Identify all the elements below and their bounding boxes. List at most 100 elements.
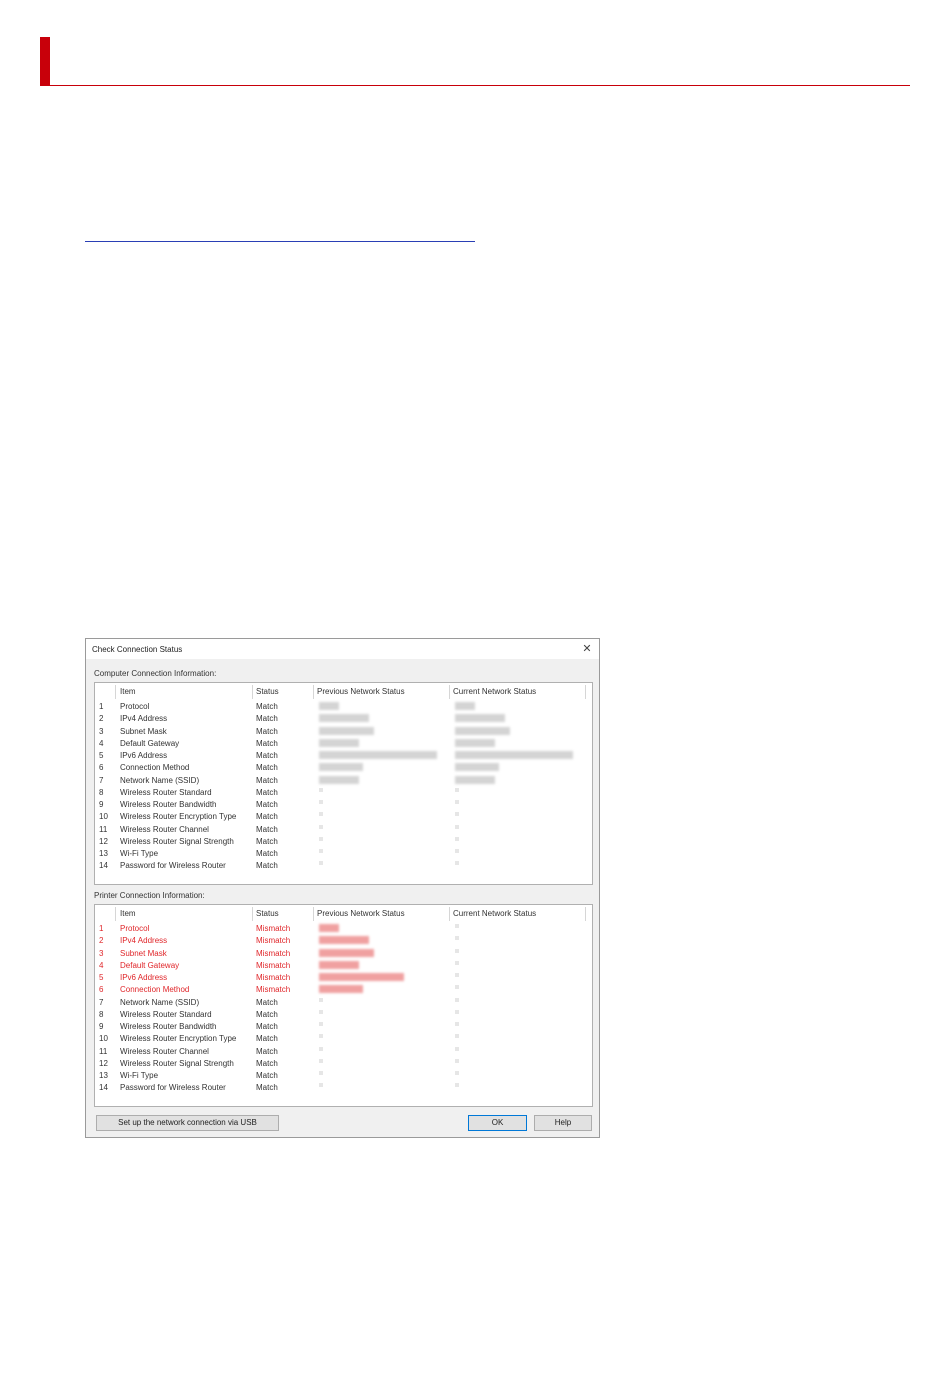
table-row[interactable]: 6 Connection Method Mismatch: [95, 985, 592, 997]
table-row[interactable]: 14 Password for Wireless Router Match: [95, 861, 592, 873]
table-row[interactable]: 12 Wireless Router Signal Strength Match: [95, 1058, 592, 1071]
current-status-value-redacted: [455, 924, 459, 928]
row-status: Match: [256, 738, 278, 748]
row-item-name: Wireless Router Channel: [120, 1046, 209, 1056]
column-divider: [585, 685, 586, 699]
table-row[interactable]: 8 Wireless Router Standard Match: [95, 1009, 592, 1022]
table-row[interactable]: 4 Default Gateway Match: [95, 738, 592, 751]
table-row[interactable]: 12 Wireless Router Signal Strength Match: [95, 836, 592, 849]
row-item-name: Connection Method: [120, 985, 190, 995]
row-item-name: Subnet Mask: [120, 948, 167, 958]
table-row[interactable]: 5 IPv6 Address Mismatch: [95, 973, 592, 985]
table-row[interactable]: 3 Subnet Mask Match: [95, 726, 592, 739]
previous-status-value-redacted: [319, 702, 339, 710]
previous-status-value-redacted: [319, 1009, 323, 1014]
current-status-value-redacted: [455, 751, 573, 759]
table-row[interactable]: 9 Wireless Router Bandwidth Match: [95, 800, 592, 812]
column-header-status[interactable]: Status: [256, 909, 279, 921]
table-row[interactable]: 10 Wireless Router Encryption Type Match: [95, 812, 592, 824]
previous-status-value-redacted: [319, 1071, 323, 1075]
previous-status-value-redacted: [319, 714, 369, 723]
table-row[interactable]: 13 Wi-Fi Type Match: [95, 1071, 592, 1083]
current-status-value-redacted: [455, 1083, 459, 1088]
table-row[interactable]: 1 Protocol Mismatch: [95, 924, 592, 936]
row-number: 8: [99, 1009, 104, 1019]
table-row[interactable]: 6 Connection Method Match: [95, 763, 592, 775]
current-status-value-redacted: [455, 702, 475, 710]
row-item-name: Wireless Router Bandwidth: [120, 1022, 217, 1031]
table-row[interactable]: 14 Password for Wireless Router Match: [95, 1083, 592, 1095]
row-item-name: Wireless Router Signal Strength: [120, 836, 234, 846]
table-row[interactable]: 9 Wireless Router Bandwidth Match: [95, 1022, 592, 1034]
row-number: 5: [99, 973, 104, 982]
table-row[interactable]: 7 Network Name (SSID) Match: [95, 775, 592, 788]
table-row[interactable]: 11 Wireless Router Channel Match: [95, 824, 592, 837]
current-status-value-redacted: [455, 997, 459, 1002]
column-header-current[interactable]: Current Network Status: [453, 909, 536, 921]
row-status: Match: [256, 824, 278, 834]
row-number: 2: [99, 936, 104, 946]
previous-status-value-redacted: [319, 1046, 323, 1051]
row-item-name: Wireless Router Encryption Type: [120, 812, 237, 822]
table-row[interactable]: 7 Network Name (SSID) Match: [95, 997, 592, 1010]
printer-connection-label: Printer Connection Information:: [94, 891, 205, 900]
row-item-name: Wi-Fi Type: [120, 849, 159, 858]
row-number: 9: [99, 1022, 104, 1031]
previous-status-value-redacted: [319, 763, 363, 772]
table-row[interactable]: 3 Subnet Mask Mismatch: [95, 948, 592, 961]
table-row[interactable]: 5 IPv6 Address Match: [95, 751, 592, 763]
table-row[interactable]: 8 Wireless Router Standard Match: [95, 787, 592, 800]
section-heading-rule: [50, 85, 910, 86]
column-header-item[interactable]: Item: [120, 909, 136, 921]
table-row[interactable]: 4 Default Gateway Mismatch: [95, 960, 592, 973]
row-item-name: Wireless Router Signal Strength: [120, 1058, 234, 1068]
table-row[interactable]: 2 IPv4 Address Mismatch: [95, 936, 592, 948]
column-divider: [115, 685, 116, 699]
current-status-value-redacted: [455, 960, 459, 965]
row-item-name: Subnet Mask: [120, 726, 167, 736]
row-status: Match: [256, 763, 278, 773]
ok-button[interactable]: OK: [468, 1115, 527, 1131]
previous-status-value-redacted: [319, 985, 363, 994]
section-heading-marker: [40, 37, 50, 86]
computer-connection-table[interactable]: Item Status Previous Network Status Curr…: [94, 682, 593, 885]
table-row[interactable]: 1 Protocol Match: [95, 702, 592, 714]
column-divider: [449, 907, 450, 921]
current-status-value-redacted: [455, 948, 459, 953]
row-status: Match: [256, 1058, 278, 1068]
help-button[interactable]: Help: [534, 1115, 592, 1131]
usb-setup-button[interactable]: Set up the network connection via USB: [96, 1115, 279, 1131]
row-item-name: IPv6 Address: [120, 751, 168, 760]
row-status: Match: [256, 1022, 278, 1031]
column-header-current[interactable]: Current Network Status: [453, 687, 536, 699]
row-number: 14: [99, 1083, 108, 1093]
row-number: 11: [99, 824, 108, 834]
row-number: 3: [99, 948, 104, 958]
current-status-value-redacted: [455, 836, 459, 841]
column-header-previous[interactable]: Previous Network Status: [317, 687, 405, 699]
current-status-value-redacted: [455, 726, 510, 735]
row-item-name: IPv4 Address: [120, 936, 168, 946]
table-row[interactable]: 11 Wireless Router Channel Match: [95, 1046, 592, 1059]
row-number: 12: [99, 1058, 108, 1068]
column-divider: [115, 907, 116, 921]
current-status-value-redacted: [455, 812, 459, 817]
current-status-value-redacted: [455, 1071, 459, 1075]
check-connection-status-dialog: Check Connection Status ✕ Computer Conne…: [85, 638, 600, 1138]
close-icon[interactable]: ✕: [579, 641, 595, 657]
row-number: 2: [99, 714, 104, 724]
current-status-value-redacted: [455, 714, 505, 723]
table-row[interactable]: 2 IPv4 Address Match: [95, 714, 592, 726]
row-item-name: Password for Wireless Router: [120, 861, 226, 871]
column-header-previous[interactable]: Previous Network Status: [317, 909, 405, 921]
row-status: Match: [256, 836, 278, 846]
table-row[interactable]: 10 Wireless Router Encryption Type Match: [95, 1034, 592, 1046]
column-header-status[interactable]: Status: [256, 687, 279, 699]
column-header-item[interactable]: Item: [120, 687, 136, 699]
hyperlink-underline[interactable]: [85, 241, 475, 242]
current-status-value-redacted: [455, 1009, 459, 1014]
table-row[interactable]: 13 Wi-Fi Type Match: [95, 849, 592, 861]
printer-connection-table[interactable]: Item Status Previous Network Status Curr…: [94, 904, 593, 1107]
row-number: 10: [99, 1034, 108, 1044]
current-status-value-redacted: [455, 973, 459, 977]
